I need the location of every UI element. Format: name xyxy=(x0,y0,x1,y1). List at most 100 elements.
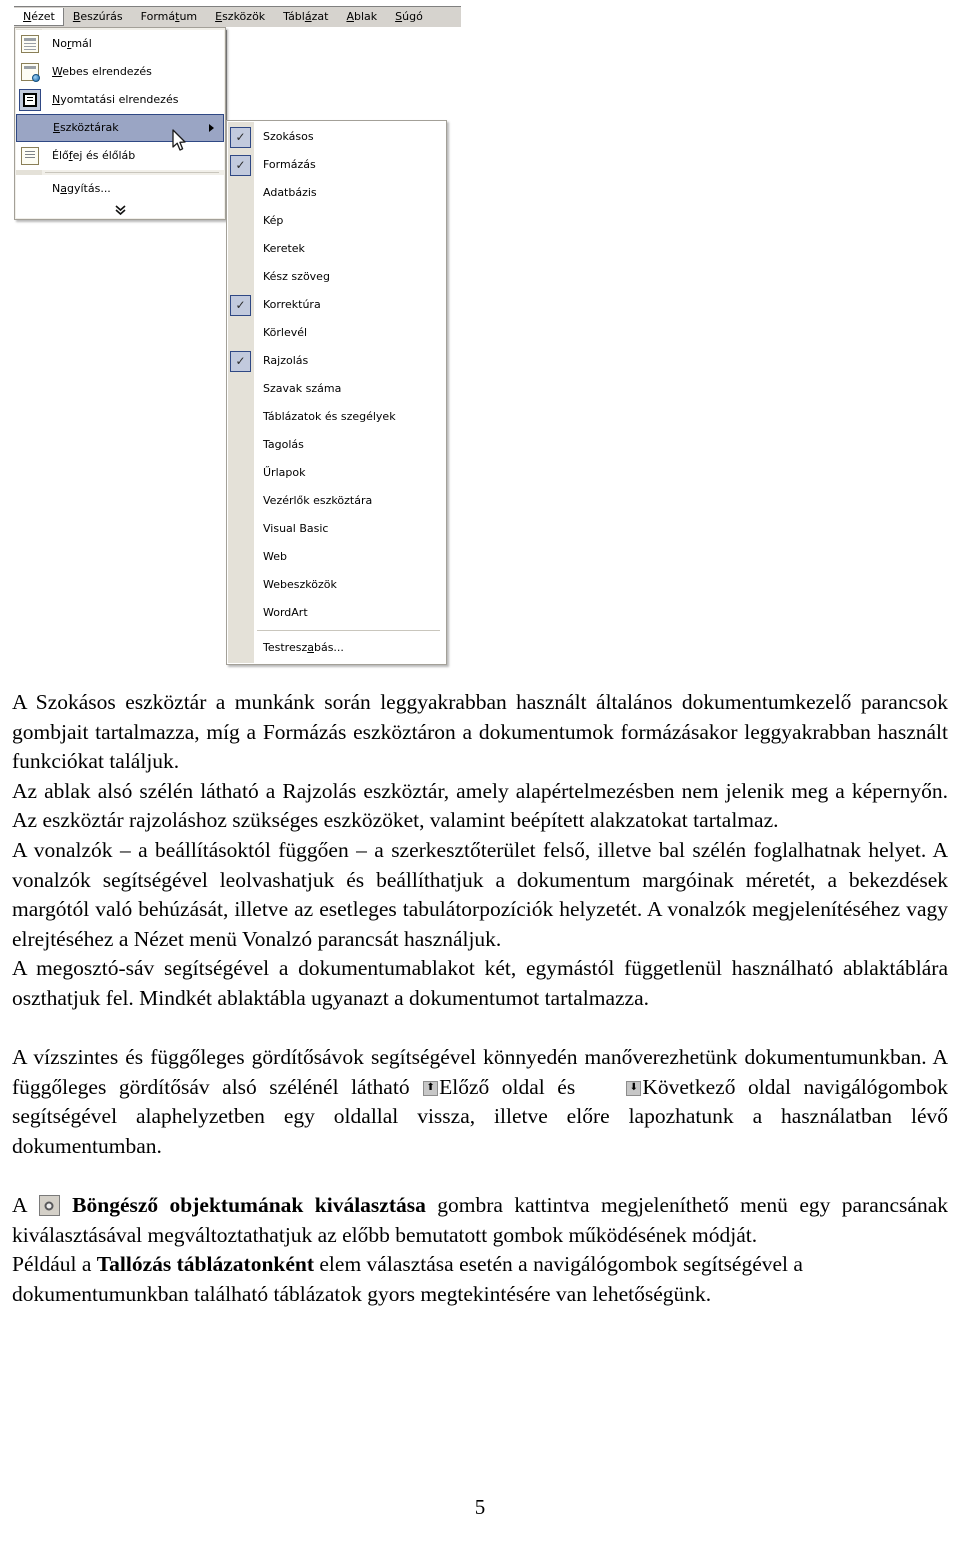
checkmark-icon: ✓ xyxy=(230,350,251,372)
submenu-item-label: Korrektúra xyxy=(263,298,321,311)
submenu-item-checkcell: ✓ xyxy=(227,291,254,319)
submenu-item-label: Rajzolás xyxy=(263,354,309,367)
next-page-label: Következő xyxy=(642,1074,736,1099)
menu-item-toolbars-label: Eszköztárak xyxy=(53,121,119,134)
submenu-item-toolbar[interactable]: Keretek xyxy=(227,235,446,263)
print-layout-icon xyxy=(16,86,43,114)
submenu-item-label: Szokásos xyxy=(263,130,314,143)
menu-bar: Nézet Beszúrás Formátum Eszközök Tábláza… xyxy=(14,6,461,27)
submenu-item-checkcell xyxy=(227,179,254,207)
menubar-item-formatum[interactable]: Formátum xyxy=(132,8,206,26)
submenu-item-toolbar[interactable]: Adatbázis xyxy=(227,179,446,207)
submenu-item-checkcell: ✓ xyxy=(227,347,254,375)
menubar-item-sugo[interactable]: Súgó xyxy=(386,8,432,26)
menu-item-normal[interactable]: Normál xyxy=(16,30,224,58)
menu-item-toolbars-iconcell xyxy=(17,114,44,142)
page-number: 5 xyxy=(474,1495,486,1519)
submenu-item-label: Adatbázis xyxy=(263,186,317,199)
submenu-item-checkcell: ✓ xyxy=(227,123,254,151)
menubar-item-nezet[interactable]: Nézet xyxy=(14,8,64,26)
menu-item-print-layout[interactable]: Nyomtatási elrendezés xyxy=(16,86,224,114)
submenu-item-label: Körlevél xyxy=(263,326,308,339)
previous-page-glyph: ⬆ xyxy=(426,1082,435,1094)
previous-page-button-icon[interactable]: ⬆ xyxy=(423,1080,439,1096)
submenu-item-checkcell xyxy=(227,431,254,459)
submenu-arrow-icon xyxy=(209,124,214,132)
view-dropdown-menu: Normál Webes elrendezés Nyomtatási elren… xyxy=(14,27,226,220)
submenu-item-checkcell xyxy=(227,235,254,263)
paragraph-scrollbars: A vízszintes és függőleges gördítősávok … xyxy=(12,1043,948,1161)
submenu-item-toolbar[interactable]: Tagolás xyxy=(227,431,446,459)
normal-view-icon xyxy=(16,30,43,58)
select-browse-object-button-icon[interactable] xyxy=(38,1195,60,1217)
submenu-item-label: Űrlapok xyxy=(263,466,306,479)
submenu-item-checkcell xyxy=(227,599,254,627)
submenu-item-toolbar[interactable]: ✓ Rajzolás xyxy=(227,347,446,375)
next-page-button-icon[interactable]: ⬇ xyxy=(626,1080,642,1096)
menu-item-normal-label: Normál xyxy=(52,37,92,50)
menubar-item-eszkozok[interactable]: Eszközök xyxy=(206,8,274,26)
submenu-item-toolbar[interactable]: Kész szöveg xyxy=(227,263,446,291)
example-lead: Például a xyxy=(12,1252,97,1277)
checkmark-icon: ✓ xyxy=(230,154,251,176)
example-bold-term: Tallózás táblázatonként xyxy=(96,1252,315,1277)
browse-bold-term: Böngésző objektumának kiválasztása xyxy=(72,1193,426,1218)
body-text: A Szokásos eszköztár a munkánk során leg… xyxy=(12,688,948,1309)
menu-item-web-layout[interactable]: Webes elrendezés xyxy=(16,58,224,86)
submenu-item-label: WordArt xyxy=(263,606,308,619)
submenu-item-label: Tagolás xyxy=(263,438,304,451)
submenu-item-label: Webeszközök xyxy=(263,578,337,591)
submenu-item-toolbar[interactable]: ✓ Formázás xyxy=(227,151,446,179)
submenu-item-label: Vezérlők eszköztára xyxy=(263,494,373,507)
submenu-item-toolbar[interactable]: Kép xyxy=(227,207,446,235)
menu-item-zoom-label: Nagyítás... xyxy=(52,182,111,195)
menu-item-print-layout-label: Nyomtatási elrendezés xyxy=(52,93,179,106)
menubar-item-beszuras[interactable]: Beszúrás xyxy=(64,8,132,26)
submenu-item-toolbar[interactable]: Körlevél xyxy=(227,319,446,347)
submenu-item-checkcell xyxy=(227,207,254,235)
submenu-item-label: Formázás xyxy=(263,158,316,171)
menu-expand-chevrons-icon[interactable] xyxy=(16,203,224,218)
word-screenshot: Nézet Beszúrás Formátum Eszközök Tábláza… xyxy=(0,0,470,665)
menu-item-toolbars[interactable]: Eszköztárak xyxy=(16,114,224,142)
submenu-item-toolbar[interactable]: ✓ Korrektúra xyxy=(227,291,446,319)
menu-item-header-footer[interactable]: Élőfej és élőláb xyxy=(16,142,224,170)
submenu-item-checkcell xyxy=(227,459,254,487)
submenu-item-toolbar[interactable]: Szavak száma xyxy=(227,375,446,403)
menubar-label-nezet: ézet xyxy=(31,10,55,23)
submenu-item-checkcell xyxy=(227,515,254,543)
submenu-item-label: Keretek xyxy=(263,242,305,255)
submenu-item-checkcell: ✓ xyxy=(227,151,254,179)
submenu-item-checkcell xyxy=(227,403,254,431)
submenu-item-toolbar[interactable]: ✓ Szokásos xyxy=(227,123,446,151)
header-footer-icon xyxy=(16,142,43,170)
paragraph-browse-object: A Böngésző objektumának kiválasztása gom… xyxy=(12,1191,948,1250)
paragraph-3: A vonalzók – a beállításoktól függően – … xyxy=(12,837,948,951)
submenu-item-toolbar[interactable]: Táblázatok és szegélyek xyxy=(227,403,446,431)
submenu-item-toolbar[interactable]: WordArt xyxy=(227,599,446,627)
menubar-item-ablak[interactable]: Ablak xyxy=(337,8,386,26)
paragraph-1: A Szokásos eszköztár a munkánk során leg… xyxy=(12,690,948,774)
submenu-item-label: Kész szöveg xyxy=(263,270,330,283)
submenu-item-checkcell xyxy=(227,543,254,571)
submenu-item-label: Visual Basic xyxy=(263,522,329,535)
menu-item-zoom[interactable]: Nagyítás... xyxy=(16,175,224,203)
checkmark-icon: ✓ xyxy=(230,126,251,148)
menubar-item-tablazat[interactable]: Táblázat xyxy=(274,8,337,26)
paragraph-spacer-2 xyxy=(12,1162,948,1192)
previous-page-label: Előző oldal és xyxy=(439,1074,576,1099)
submenu-item-checkcell xyxy=(227,263,254,291)
submenu-item-customize[interactable]: Testreszabás... xyxy=(227,634,446,662)
submenu-item-toolbar[interactable]: Vezérlők eszköztára xyxy=(227,487,446,515)
submenu-item-checkcell xyxy=(227,571,254,599)
menu-separator xyxy=(45,172,219,173)
menu-item-web-layout-label: Webes elrendezés xyxy=(52,65,152,78)
checkmark-icon: ✓ xyxy=(230,294,251,316)
toolbars-submenu-list: ✓ Szokásos ✓ Formázás Adatbázis Kép Keretek Kés… xyxy=(227,123,446,627)
submenu-item-toolbar[interactable]: Visual Basic xyxy=(227,515,446,543)
submenu-item-toolbar[interactable]: Űrlapok xyxy=(227,459,446,487)
submenu-item-toolbar[interactable]: Webeszközök xyxy=(227,571,446,599)
submenu-item-toolbar[interactable]: Web xyxy=(227,543,446,571)
submenu-item-label: Kép xyxy=(263,214,284,227)
